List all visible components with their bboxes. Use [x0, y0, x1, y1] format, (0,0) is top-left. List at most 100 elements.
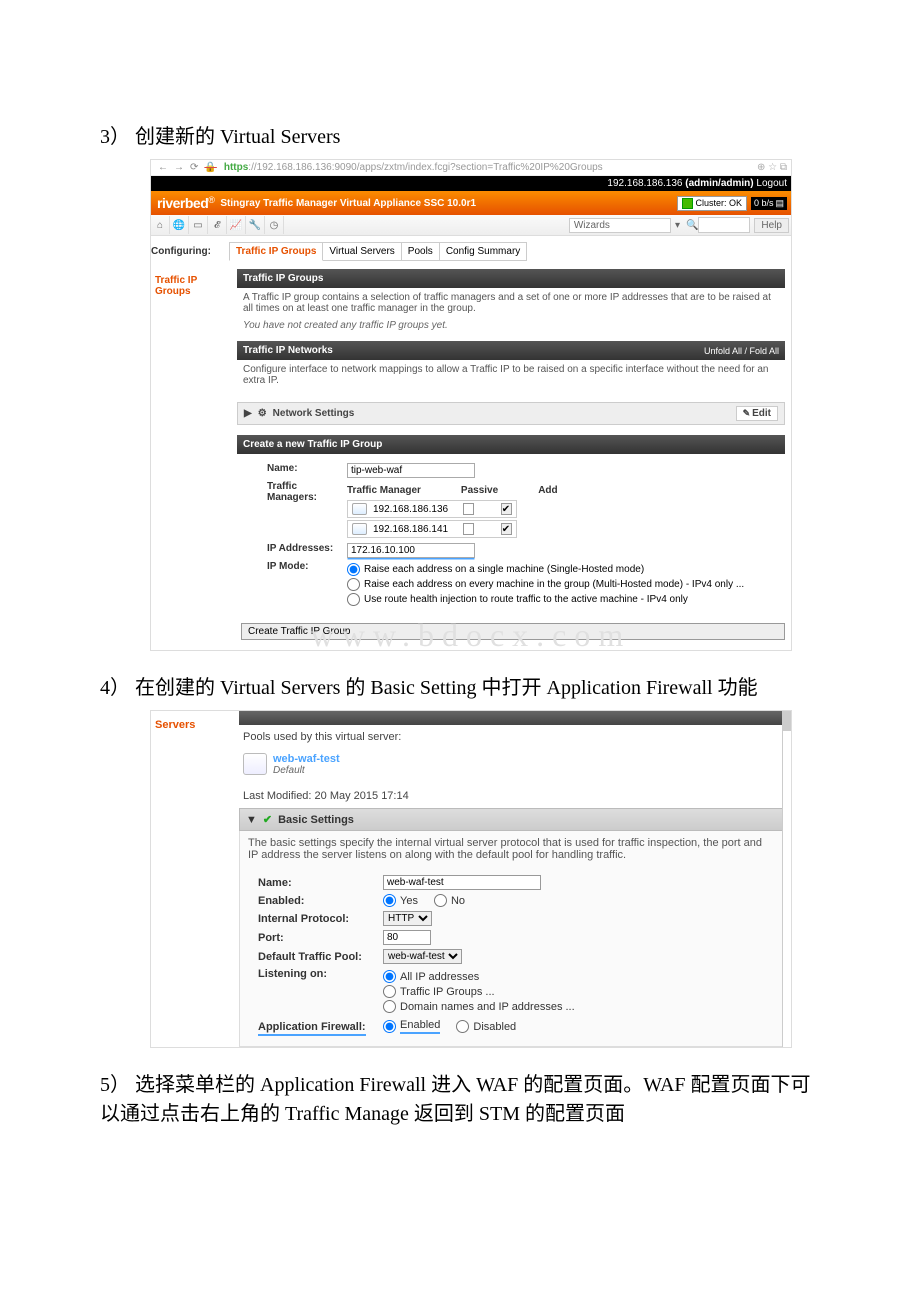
- scrollbar[interactable]: [782, 711, 791, 1047]
- vs-name-input[interactable]: [383, 875, 541, 890]
- create-form: Name: Traffic Managers: Traffic Manager …: [237, 454, 785, 617]
- create-button[interactable]: Create Traffic IP Group: [241, 623, 785, 640]
- passive-checkbox[interactable]: [463, 523, 474, 535]
- search-input[interactable]: [698, 217, 750, 233]
- enabled-no-label: No: [451, 895, 465, 907]
- section-header-traffic-ip-networks: Traffic IP Networks Unfold All / Fold Al…: [237, 341, 785, 360]
- book-icon[interactable]: ▭: [189, 216, 208, 234]
- fold-toggle-link[interactable]: Unfold All / Fold All: [704, 346, 779, 356]
- tm-ip: 192.168.186.136: [373, 504, 457, 515]
- pool-default-label: Default: [273, 765, 340, 776]
- top-status-bar: 192.168.186.136 (admin/admin) Logout: [151, 176, 791, 191]
- cluster-status[interactable]: Cluster: OK: [677, 196, 747, 211]
- appfw-disabled-radio[interactable]: [456, 1020, 469, 1033]
- port-input[interactable]: [383, 930, 431, 945]
- ipmode-single[interactable]: [347, 563, 360, 576]
- search-icon: 🔍: [686, 220, 698, 231]
- logout-link[interactable]: Logout: [756, 178, 787, 189]
- enabled-yes-label: Yes: [400, 895, 418, 907]
- enabled-label: Enabled:: [258, 895, 383, 907]
- url-scheme: https: [224, 162, 248, 173]
- tm-header-name: Traffic Manager: [347, 485, 421, 496]
- network-settings-row[interactable]: ▶ ⚙ Network Settings ✎ Edit: [237, 402, 785, 425]
- left-nav-item[interactable]: Groups: [155, 286, 233, 297]
- enabled-yes-radio[interactable]: [383, 894, 396, 907]
- check-icon: [682, 198, 693, 209]
- tab-virtual-servers[interactable]: Virtual Servers: [323, 242, 401, 261]
- listen-all-radio[interactable]: [383, 970, 396, 983]
- bandwidth-meter[interactable]: 0 b/s ▤: [751, 197, 787, 210]
- home-icon[interactable]: ⌂: [151, 216, 170, 234]
- lock-icon: 🔒: [204, 162, 216, 173]
- link-icon[interactable]: 𝓔: [208, 216, 227, 234]
- protocol-select[interactable]: HTTP: [383, 911, 432, 926]
- pool-item[interactable]: web-waf-test Default: [243, 753, 779, 776]
- address-bar[interactable]: https://192.168.186.136:9090/apps/zxtm/i…: [224, 162, 757, 173]
- back-icon[interactable]: ←: [158, 162, 168, 173]
- server-icon: [352, 523, 367, 535]
- section-header-traffic-ip-groups: Traffic IP Groups: [237, 269, 785, 288]
- reload-icon[interactable]: ⟳: [190, 162, 198, 173]
- ip-addresses-input[interactable]: [347, 543, 475, 558]
- clock-icon[interactable]: ◷: [265, 216, 284, 234]
- pool-name[interactable]: web-waf-test: [273, 753, 340, 765]
- bps-graph-icon: ▤: [775, 198, 784, 209]
- tab-pools[interactable]: Pools: [402, 242, 440, 261]
- forward-icon[interactable]: →: [174, 162, 184, 173]
- add-checkbox[interactable]: ✔: [501, 503, 512, 515]
- appfw-label: Application Firewall:: [258, 1021, 366, 1036]
- passive-checkbox[interactable]: [463, 503, 474, 515]
- enabled-no-radio[interactable]: [434, 894, 447, 907]
- section-desc: A Traffic IP group contains a selection …: [243, 292, 779, 314]
- wizards-dropdown[interactable]: Wizards: [569, 218, 671, 233]
- name-label: Name:: [258, 877, 383, 889]
- section-desc: Configure interface to network mappings …: [243, 364, 779, 386]
- bps-text: 0 b/s: [754, 198, 774, 208]
- configuring-label: Configuring:: [151, 242, 229, 261]
- add-checkbox[interactable]: ✔: [501, 523, 512, 535]
- browser-extensions[interactable]: ⊕ ☆ ⧉: [757, 162, 787, 173]
- left-nav: Traffic IP Groups: [151, 269, 237, 650]
- app-title: Stingray Traffic Manager Virtual Applian…: [220, 198, 476, 209]
- ipmode-multi[interactable]: [347, 578, 360, 591]
- doc-heading-3: 3） 创建新的 Virtual Servers: [100, 120, 820, 149]
- edit-button[interactable]: ✎ Edit: [736, 406, 778, 421]
- basic-settings-form: Name: Enabled: Yes No Internal Protocol:…: [239, 867, 783, 1047]
- section-body: Configure interface to network mappings …: [237, 360, 785, 396]
- help-button[interactable]: Help: [754, 218, 789, 233]
- chevron-down-icon: ▼: [246, 814, 257, 826]
- chart-icon[interactable]: 📈: [227, 216, 246, 234]
- left-nav-servers[interactable]: Servers: [151, 711, 239, 1047]
- tab-traffic-ip-groups[interactable]: Traffic IP Groups: [229, 242, 323, 261]
- ipmode-label: IP Mode:: [267, 561, 347, 572]
- listen-domain-radio[interactable]: [383, 1000, 396, 1013]
- pools-used-label: Pools used by this virtual server:: [239, 725, 783, 749]
- tab-config-summary[interactable]: Config Summary: [440, 242, 527, 261]
- brand-logo: riverbed®: [151, 195, 220, 211]
- browser-bar: ← → ⟳ 🔒 https://192.168.186.136:9090/app…: [151, 160, 791, 176]
- section-title: Traffic IP Groups: [243, 273, 323, 284]
- listen-tip-radio[interactable]: [383, 985, 396, 998]
- caret-down-icon: ▾: [675, 220, 680, 231]
- server-ip: 192.168.186.136: [607, 178, 682, 189]
- default-pool-select[interactable]: web-waf-test: [383, 949, 462, 964]
- screenshot-virtual-server: Servers Pools used by this virtual serve…: [150, 710, 792, 1048]
- name-input[interactable]: [347, 463, 475, 478]
- section-header-create-tip-group: Create a new Traffic IP Group: [237, 435, 785, 454]
- url-rest: ://192.168.186.136:9090/apps/zxtm/index.…: [248, 162, 602, 173]
- ipmode-single-label: Raise each address on a single machine (…: [364, 564, 644, 575]
- wrench-icon[interactable]: 🔧: [246, 216, 265, 234]
- globe-icon[interactable]: 🌐: [170, 216, 189, 234]
- ipmode-rhi[interactable]: [347, 593, 360, 606]
- name-label: Name:: [267, 463, 347, 474]
- tm-ip: 192.168.186.141: [373, 524, 457, 535]
- doc-heading-5: 5） 选择菜单栏的 Application Firewall 进入 WAF 的配…: [100, 1068, 820, 1126]
- tm-row: 192.168.186.141 ✔: [347, 520, 517, 538]
- basic-settings-header[interactable]: ▼ ✔ Basic Settings: [239, 808, 783, 831]
- doc-heading-4: 4） 在创建的 Virtual Servers 的 Basic Setting …: [100, 671, 820, 700]
- appfw-enabled-radio[interactable]: [383, 1020, 396, 1033]
- last-modified: Last Modified: 20 May 2015 17:14: [239, 784, 783, 808]
- pool-icon: [243, 753, 267, 775]
- screenshot-traffic-ip: ← → ⟳ 🔒 https://192.168.186.136:9090/app…: [150, 159, 792, 651]
- left-nav-item[interactable]: Traffic IP: [155, 275, 233, 286]
